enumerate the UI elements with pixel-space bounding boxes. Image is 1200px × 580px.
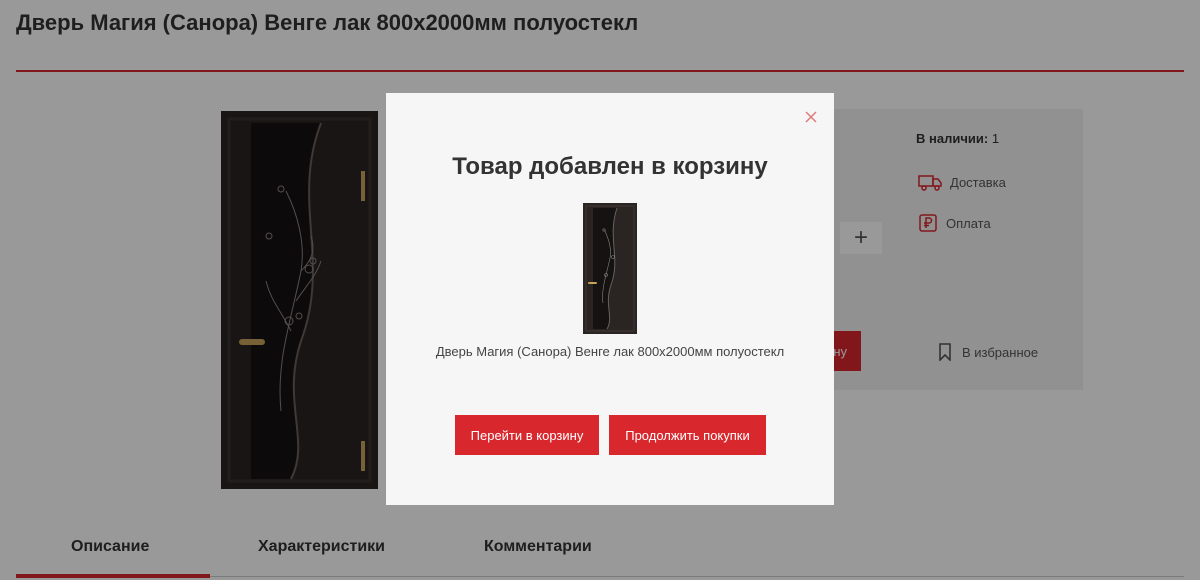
continue-shopping-button[interactable]: Продолжить покупки	[609, 415, 766, 455]
added-to-cart-modal: Товар добавлен в корзину Дверь Магия (Са…	[386, 93, 834, 505]
door-thumbnail	[583, 203, 637, 334]
modal-product-image	[583, 203, 637, 334]
go-to-cart-button[interactable]: Перейти в корзину	[455, 415, 599, 455]
modal-title: Товар добавлен в корзину	[452, 153, 768, 180]
close-button[interactable]	[804, 110, 818, 124]
close-icon	[805, 111, 817, 123]
modal-product-name: Дверь Магия (Санора) Венге лак 800х2000м…	[435, 344, 785, 359]
